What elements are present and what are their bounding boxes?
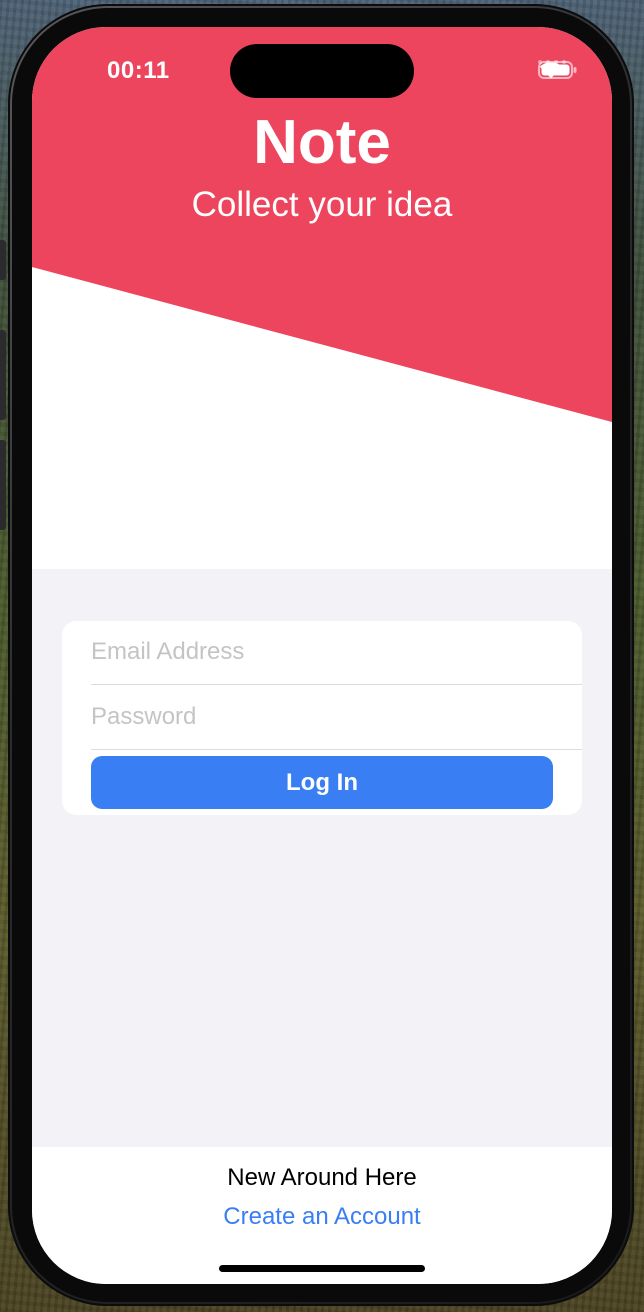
dynamic-island: [230, 44, 414, 98]
login-form-area: Log In: [32, 569, 612, 1147]
app-subtitle: Collect your idea: [191, 185, 453, 224]
volume-down-button: [0, 440, 6, 530]
login-card: Log In: [62, 621, 582, 815]
battery-icon: [538, 61, 577, 79]
app-title: Note: [253, 108, 391, 177]
create-account-link[interactable]: Create an Account: [32, 1203, 612, 1231]
status-time: 00:11: [107, 57, 170, 84]
login-button[interactable]: Log In: [91, 756, 553, 809]
password-field: [91, 686, 582, 750]
new-user-prompt: New Around Here: [227, 1164, 417, 1191]
email-input[interactable]: [91, 621, 582, 683]
status-icons: [538, 60, 577, 79]
app-screen: 00:11 Note Collect your idea Email Addre…: [32, 27, 612, 1284]
header-banner: 00:11 Note Collect your idea: [32, 27, 612, 569]
status-bar: 00:11: [32, 27, 612, 117]
password-input[interactable]: [91, 686, 582, 748]
home-indicator[interactable]: [219, 1265, 425, 1272]
email-field: [91, 621, 582, 685]
volume-up-button: [0, 330, 6, 420]
signup-footer: New Around Here Create an Account: [32, 1147, 612, 1284]
action-button: [0, 240, 6, 280]
